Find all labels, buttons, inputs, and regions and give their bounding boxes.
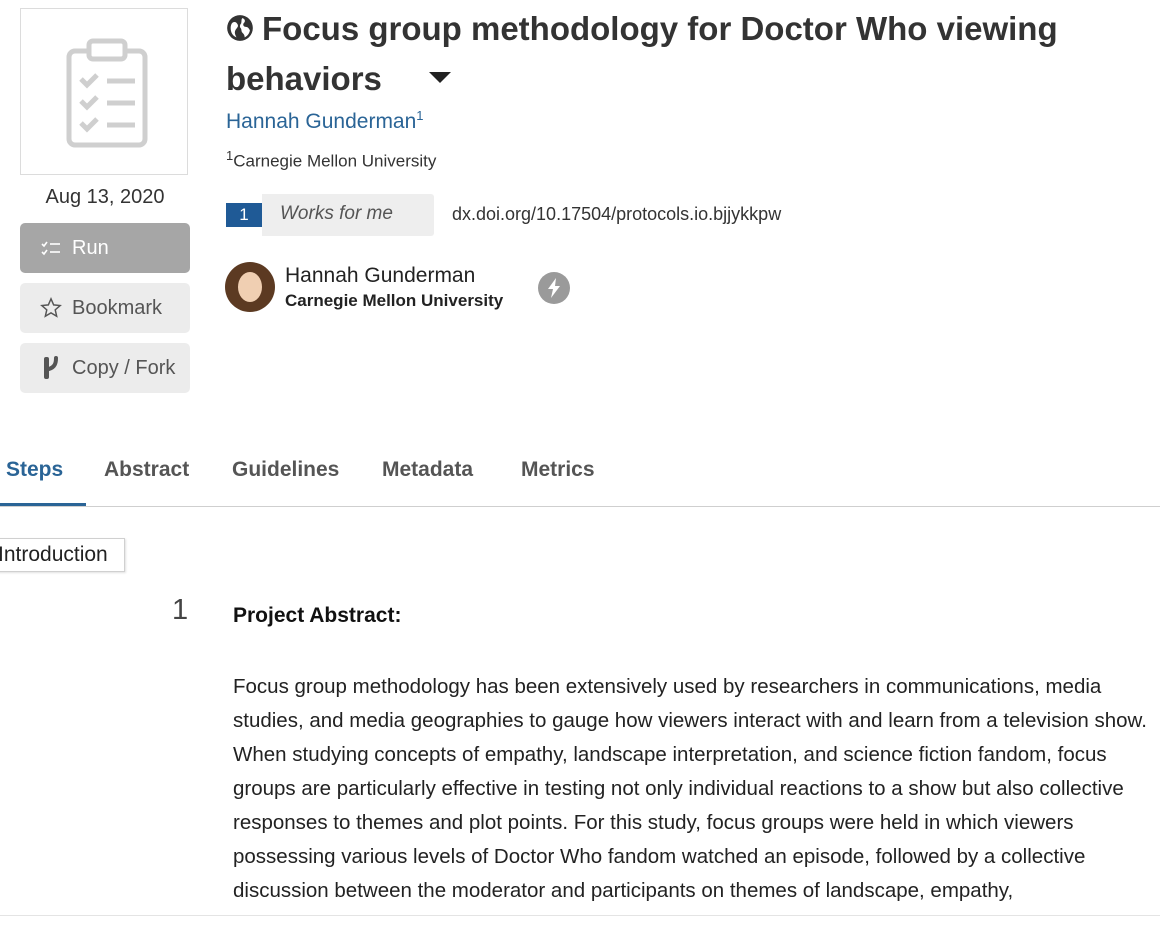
fork-icon	[40, 355, 62, 381]
bookmark-label: Bookmark	[72, 296, 163, 319]
run-label: Run	[72, 236, 109, 259]
step-heading: Project Abstract:	[233, 604, 402, 627]
tab-bar: Steps Abstract Guidelines Metadata Metri…	[0, 440, 1160, 507]
author-name: Hannah Gunderman	[226, 110, 417, 133]
tab-metrics[interactable]: Metrics	[521, 458, 595, 482]
tab-steps[interactable]: Steps	[6, 458, 63, 482]
creator-institution: Carnegie Mellon University	[285, 291, 504, 310]
works-for-me-count: 1	[226, 203, 262, 227]
avatar-face	[238, 272, 262, 302]
author-superscript: 1	[416, 108, 424, 123]
copy-fork-label: Copy / Fork	[72, 356, 176, 379]
bookmark-button[interactable]: Bookmark	[20, 283, 190, 333]
caret-down-icon[interactable]	[429, 52, 452, 94]
protocol-thumbnail	[20, 8, 188, 175]
tab-abstract[interactable]: Abstract	[104, 458, 189, 482]
clipboard-checklist-icon	[66, 38, 148, 148]
affiliation: 1Carnegie Mellon University	[226, 148, 436, 172]
section-label: Introduction	[0, 538, 125, 572]
globe-icon	[226, 10, 254, 52]
tab-metadata[interactable]: Metadata	[382, 458, 473, 482]
protocol-title-text: Focus group methodology for Doctor Who v…	[226, 10, 1058, 97]
step-body-text: Focus group methodology has been extensi…	[233, 675, 1147, 902]
published-date: Aug 13, 2020	[45, 186, 165, 208]
creator-name[interactable]: Hannah Gunderman	[285, 264, 475, 288]
affiliation-text: Carnegie Mellon University	[233, 151, 437, 171]
lightning-icon[interactable]	[538, 272, 570, 304]
step-number: 1	[172, 594, 189, 626]
bottom-fade	[0, 915, 1160, 936]
run-list-icon	[40, 240, 62, 256]
run-button[interactable]: Run	[20, 223, 190, 273]
doi-link[interactable]: dx.doi.org/10.17504/protocols.io.bjjykkp…	[452, 204, 781, 225]
tab-guidelines[interactable]: Guidelines	[232, 458, 339, 482]
star-outline-icon	[40, 297, 62, 319]
protocol-title: Focus group methodology for Doctor Who v…	[226, 8, 1146, 100]
works-for-me-button[interactable]: Works for me	[262, 194, 434, 236]
copy-fork-button[interactable]: Copy / Fork	[20, 343, 190, 393]
active-tab-indicator	[0, 503, 86, 506]
author-link[interactable]: Hannah Gunderman1	[226, 108, 424, 134]
